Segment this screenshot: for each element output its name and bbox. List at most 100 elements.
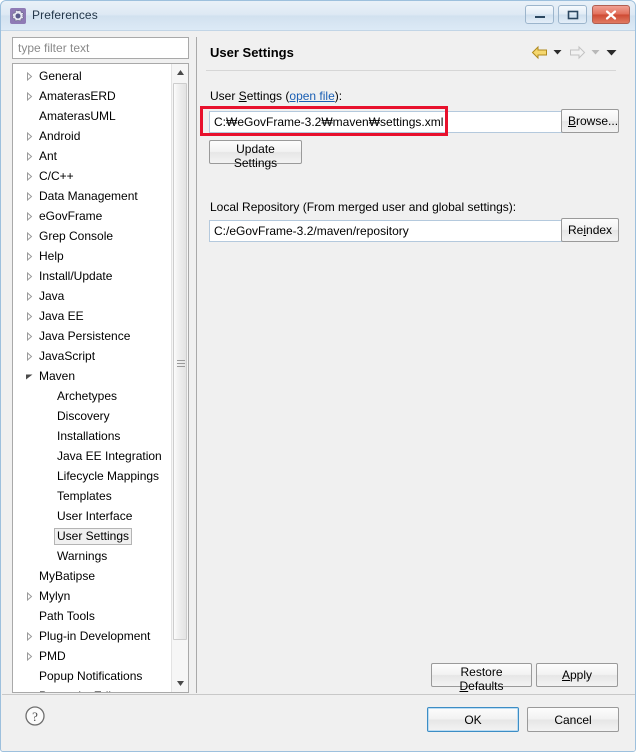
tree-item-label: Lifecycle Mappings: [57, 468, 160, 483]
open-file-link[interactable]: open file: [289, 89, 334, 103]
tree-expanded-arrow-icon[interactable]: [22, 366, 36, 386]
tree-item-archetypes[interactable]: Archetypes: [13, 386, 172, 406]
maximize-icon: [559, 6, 586, 23]
tree-collapsed-arrow-icon[interactable]: [22, 206, 36, 226]
tree-collapsed-arrow-icon[interactable]: [22, 326, 36, 346]
tree-item-egovframe[interactable]: eGovFrame: [13, 206, 172, 226]
scroll-down-arrow-icon[interactable]: [172, 675, 188, 692]
tree-collapsed-arrow-icon[interactable]: [22, 586, 36, 606]
tree-collapsed-arrow-icon[interactable]: [22, 86, 36, 106]
tree-collapsed-arrow-icon[interactable]: [22, 626, 36, 646]
tree-item-installations[interactable]: Installations: [13, 426, 172, 446]
reindex-post: ndex: [586, 223, 613, 237]
view-menu-dropdown[interactable]: [604, 43, 618, 61]
forward-button: [568, 43, 586, 61]
tree-item-pmd[interactable]: PMD: [13, 646, 172, 666]
apply-post: pply: [570, 668, 593, 682]
ok-button[interactable]: OK: [427, 707, 519, 732]
tree-item-android[interactable]: Android: [13, 126, 172, 146]
tree-item-label: AmaterasERD: [39, 88, 116, 103]
tree-collapsed-arrow-icon[interactable]: [22, 686, 36, 692]
local-repository-label: Local Repository (From merged user and g…: [210, 200, 517, 214]
user-settings-label: User Settings (open file):: [210, 89, 342, 103]
help-icon[interactable]: ?: [24, 705, 46, 727]
tree-collapsed-arrow-icon[interactable]: [22, 186, 36, 206]
tree-collapsed-arrow-icon[interactable]: [22, 66, 36, 86]
tree-item-maven[interactable]: Maven: [13, 366, 172, 386]
tree-item-general[interactable]: General: [13, 66, 172, 86]
tree-item-install-update[interactable]: Install/Update: [13, 266, 172, 286]
tree-item-discovery[interactable]: Discovery: [13, 406, 172, 426]
tree-collapsed-arrow-icon[interactable]: [22, 286, 36, 306]
preference-tree[interactable]: General AmaterasERD AmaterasUML Android Ant C…: [12, 63, 189, 693]
filter-input[interactable]: [12, 37, 189, 59]
tree-items-container: General AmaterasERD AmaterasUML Android Ant C…: [13, 64, 172, 692]
tree-item-plug-in-development[interactable]: Plug-in Development: [13, 626, 172, 646]
restore-post: efaults: [468, 679, 504, 693]
scroll-up-arrow-icon[interactable]: [172, 64, 188, 81]
minimize-button[interactable]: [525, 5, 554, 24]
user-settings-label-prefix: User: [210, 89, 239, 103]
tree-item-user-settings[interactable]: User Settings: [13, 526, 172, 546]
tree-collapsed-arrow-icon[interactable]: [22, 146, 36, 166]
close-icon: [593, 6, 629, 23]
tree-item-mylyn[interactable]: Mylyn: [13, 586, 172, 606]
apply-button[interactable]: Apply: [536, 663, 618, 687]
title-bar: Preferences: [1, 1, 635, 31]
tree-collapsed-arrow-icon[interactable]: [22, 226, 36, 246]
local-repository-path-input[interactable]: [209, 220, 562, 242]
user-settings-path-input[interactable]: [209, 111, 562, 133]
close-paren: ):: [334, 89, 343, 103]
tree-item-user-interface[interactable]: User Interface: [13, 506, 172, 526]
cancel-button[interactable]: Cancel: [527, 707, 619, 732]
tree-item-amaterasuml[interactable]: AmaterasUML: [13, 106, 172, 126]
tree-collapsed-arrow-icon[interactable]: [22, 646, 36, 666]
tree-item-java-persistence[interactable]: Java Persistence: [13, 326, 172, 346]
tree-item-ant[interactable]: Ant: [13, 146, 172, 166]
tree-item-popup-notifications[interactable]: Popup Notifications: [13, 666, 172, 686]
page-title: User Settings: [210, 45, 294, 60]
browse-button[interactable]: Browse...: [561, 109, 619, 133]
back-history-dropdown[interactable]: [550, 43, 564, 61]
tree-item-javascript[interactable]: JavaScript: [13, 346, 172, 366]
tree-item-lifecycle-mappings[interactable]: Lifecycle Mappings: [13, 466, 172, 486]
tree-item-java-ee[interactable]: Java EE: [13, 306, 172, 326]
tree-item-label: eGovFrame: [39, 208, 103, 223]
tree-item-c-c[interactable]: C/C++: [13, 166, 172, 186]
close-button[interactable]: [592, 5, 630, 24]
tree-collapsed-arrow-icon[interactable]: [22, 246, 36, 266]
tree-item-java[interactable]: Java: [13, 286, 172, 306]
tree-collapsed-arrow-icon[interactable]: [22, 126, 36, 146]
tree-item-data-management[interactable]: Data Management: [13, 186, 172, 206]
restore-defaults-button[interactable]: Restore Defaults: [431, 663, 532, 693]
apply-mnemonic: A: [561, 668, 570, 682]
tree-collapsed-arrow-icon[interactable]: [22, 166, 36, 186]
tree-item-label: Popup Notifications: [39, 668, 143, 683]
tree-item-amateraserd[interactable]: AmaterasERD: [13, 86, 172, 106]
tree-scrollbar[interactable]: [171, 64, 188, 692]
tree-item-propertieseditor[interactable]: PropertiesEditor: [13, 686, 172, 692]
tree-item-grep-console[interactable]: Grep Console: [13, 226, 172, 246]
tree-item-label: Templates: [57, 488, 112, 503]
tree-item-help[interactable]: Help: [13, 246, 172, 266]
reindex-button[interactable]: Reindex: [561, 218, 619, 242]
tree-item-label: PMD: [39, 648, 66, 663]
browse-rest: rowse...: [576, 114, 619, 128]
tree-item-label: Grep Console: [39, 228, 114, 243]
tree-item-templates[interactable]: Templates: [13, 486, 172, 506]
forward-history-dropdown: [588, 43, 602, 61]
scrollbar-thumb[interactable]: [173, 83, 187, 640]
update-settings-button[interactable]: Update Settings: [209, 140, 302, 170]
tree-item-mybatipse[interactable]: MyBatipse: [13, 566, 172, 586]
tree-item-warnings[interactable]: Warnings: [13, 546, 172, 566]
tree-collapsed-arrow-icon[interactable]: [22, 346, 36, 366]
tree-item-label: User Interface: [57, 508, 133, 523]
back-button[interactable]: [530, 43, 548, 61]
tree-item-label: JavaScript: [39, 348, 96, 363]
tree-collapsed-arrow-icon[interactable]: [22, 306, 36, 326]
tree-collapsed-arrow-icon[interactable]: [22, 266, 36, 286]
tree-item-java-ee-integration[interactable]: Java EE Integration: [13, 446, 172, 466]
tree-item-path-tools[interactable]: Path Tools: [13, 606, 172, 626]
tree-item-label: Archetypes: [57, 388, 118, 403]
maximize-button[interactable]: [558, 5, 587, 24]
